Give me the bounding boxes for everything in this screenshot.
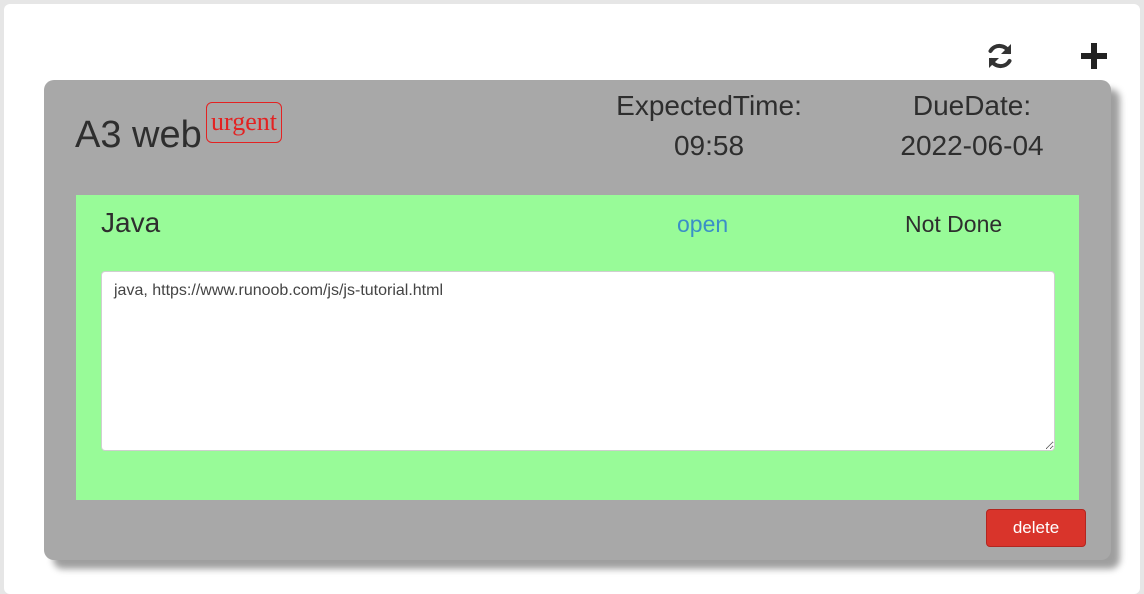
due-date: DueDate: 2022-06-04 <box>872 86 1072 166</box>
due-date-label: DueDate: <box>912 90 1032 121</box>
page: A3 web urgent ExpectedTime: 09:58 DueDat… <box>4 4 1140 594</box>
add-task-button[interactable] <box>1076 38 1112 74</box>
subtask-name: Java <box>101 207 161 238</box>
expected-time-label: ExpectedTime: <box>616 90 802 121</box>
task-card: A3 web urgent ExpectedTime: 09:58 DueDat… <box>44 80 1111 560</box>
subtask-notes-textarea[interactable]: java, https://www.runoob.com/js/js-tutor… <box>101 271 1055 451</box>
urgent-tag: urgent <box>206 102 282 143</box>
subtask-panel: Java open Not Done java, https://www.run… <box>76 195 1079 500</box>
plus-icon <box>1081 43 1107 69</box>
expected-time: ExpectedTime: 09:58 <box>604 86 814 166</box>
due-date-value: 2022-06-04 <box>900 130 1044 161</box>
expected-time-value: 09:58 <box>673 130 745 161</box>
subtask-open-link[interactable]: open <box>677 211 728 238</box>
task-title: A3 web <box>75 114 202 156</box>
refresh-button[interactable] <box>982 38 1018 74</box>
subtask-status[interactable]: Not Done <box>905 211 1002 238</box>
refresh-icon <box>988 43 1012 69</box>
delete-button[interactable]: delete <box>986 509 1086 547</box>
